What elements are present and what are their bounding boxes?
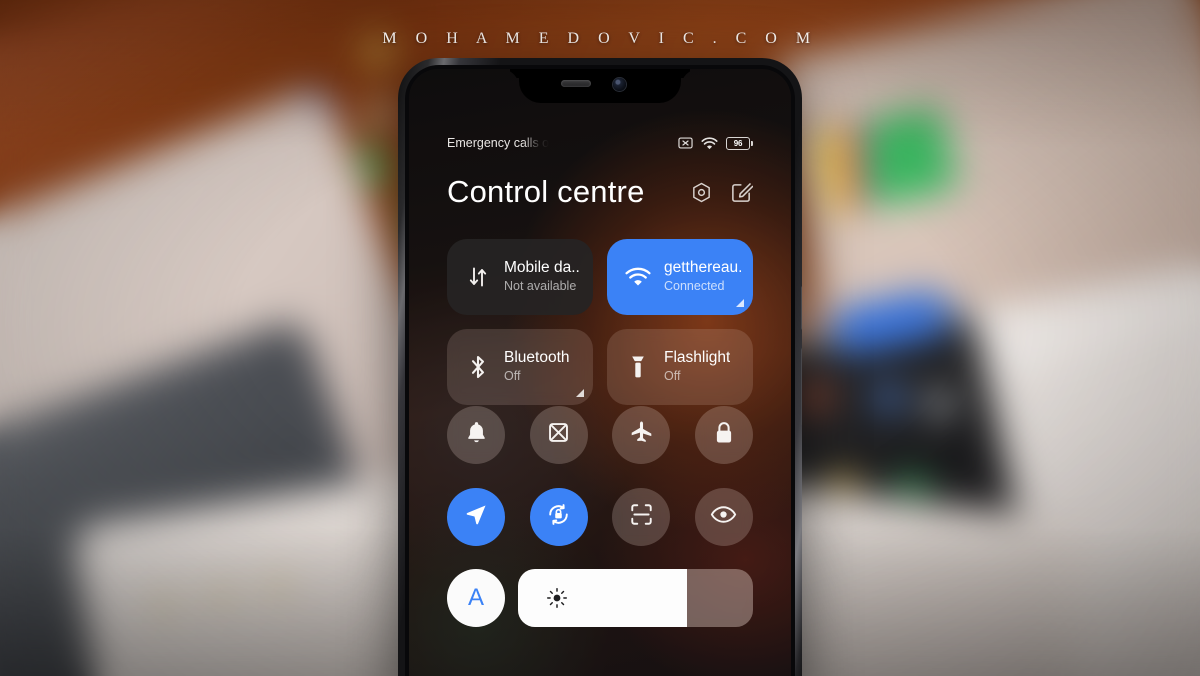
tile-title: Mobile da..	[504, 259, 580, 277]
edit-icon[interactable]	[729, 180, 753, 204]
screenshot-stage: M O H A M E D O V I C . C O M Emergency …	[0, 0, 1200, 676]
wifi-icon	[701, 136, 718, 150]
tile-bluetooth-text: Bluetooth Off	[504, 349, 570, 385]
settings-hex-icon[interactable]	[689, 180, 713, 204]
quick-settings-tiles: Mobile da.. Not available getthereau.. C…	[447, 239, 753, 405]
page-title: Control centre	[447, 174, 645, 209]
toggle-row-1	[447, 406, 753, 464]
battery-icon: 96	[726, 136, 753, 150]
flashlight-icon	[625, 354, 651, 380]
toggle-ringer[interactable]	[447, 406, 505, 464]
toggle-reading-mode[interactable]	[694, 488, 753, 546]
lock-icon	[713, 420, 735, 450]
tile-title: Bluetooth	[504, 349, 570, 367]
display-notch	[519, 69, 681, 103]
tile-subtitle: Not available	[504, 279, 577, 294]
status-bar-carrier-text: Emergency calls o	[447, 136, 550, 150]
phone-screen: Emergency calls o 96 Control centre Mobi…	[409, 69, 791, 676]
tile-bluetooth[interactable]: Bluetooth Off	[447, 329, 593, 405]
toggle-row-2	[447, 488, 753, 546]
phone-device: Emergency calls o 96 Control centre Mobi…	[398, 58, 802, 676]
battery-tip	[751, 140, 753, 146]
tile-subtitle: Connected	[664, 279, 725, 294]
tile-title: Flashlight	[664, 349, 731, 367]
tile-subtitle: Off	[664, 369, 681, 384]
location-arrow-icon	[464, 502, 489, 532]
rotate-lock-icon	[545, 501, 572, 533]
status-bar-icons: 96	[678, 136, 753, 150]
mobile-data-icon	[465, 265, 491, 289]
screenshot-icon	[546, 420, 571, 450]
airplane-icon	[629, 420, 654, 450]
status-bar: Emergency calls o 96	[409, 131, 791, 155]
no-sim-icon	[678, 136, 693, 150]
auto-brightness-button[interactable]: A	[447, 569, 505, 627]
tile-mobile-data-text: Mobile da.. Not available	[504, 259, 580, 295]
toggle-screenshot[interactable]	[529, 406, 588, 464]
toggle-screen-lock[interactable]	[694, 406, 753, 464]
sun-icon	[546, 587, 568, 609]
volume-rocker[interactable]	[801, 348, 802, 426]
control-centre-header: Control centre	[409, 174, 791, 210]
wifi-icon	[625, 267, 651, 287]
toggle-airplane-mode[interactable]	[612, 406, 671, 464]
header-actions	[689, 180, 753, 204]
brightness-row: A	[447, 569, 753, 627]
tile-subtitle: Off	[504, 369, 521, 384]
eye-icon	[710, 504, 737, 530]
front-camera-icon	[613, 78, 626, 91]
tile-expand-corner-icon[interactable]	[576, 389, 584, 397]
power-button[interactable]	[801, 286, 802, 330]
battery-level-text: 96	[726, 136, 750, 150]
auto-brightness-label: A	[467, 584, 484, 611]
bell-icon	[465, 420, 488, 450]
tile-flashlight[interactable]: Flashlight Off	[607, 329, 753, 405]
tile-expand-corner-icon[interactable]	[736, 299, 744, 307]
bluetooth-icon	[465, 354, 491, 380]
tile-flashlight-text: Flashlight Off	[664, 349, 730, 385]
toggle-scanner[interactable]	[612, 488, 671, 546]
scan-frame-icon	[629, 502, 654, 532]
tile-mobile-data[interactable]: Mobile da.. Not available	[447, 239, 593, 315]
toggle-location[interactable]	[447, 488, 505, 546]
tile-title: getthereau..	[664, 259, 741, 277]
tile-wifi-text: getthereau.. Connected	[664, 259, 741, 295]
toggle-auto-rotate[interactable]	[529, 488, 588, 546]
brightness-slider[interactable]	[518, 569, 753, 627]
brightness-slider-fill	[518, 569, 688, 627]
earpiece-speaker-icon	[561, 80, 591, 87]
tile-wifi[interactable]: getthereau.. Connected	[607, 239, 753, 315]
watermark-text: M O H A M E D O V I C . C O M	[382, 30, 818, 47]
